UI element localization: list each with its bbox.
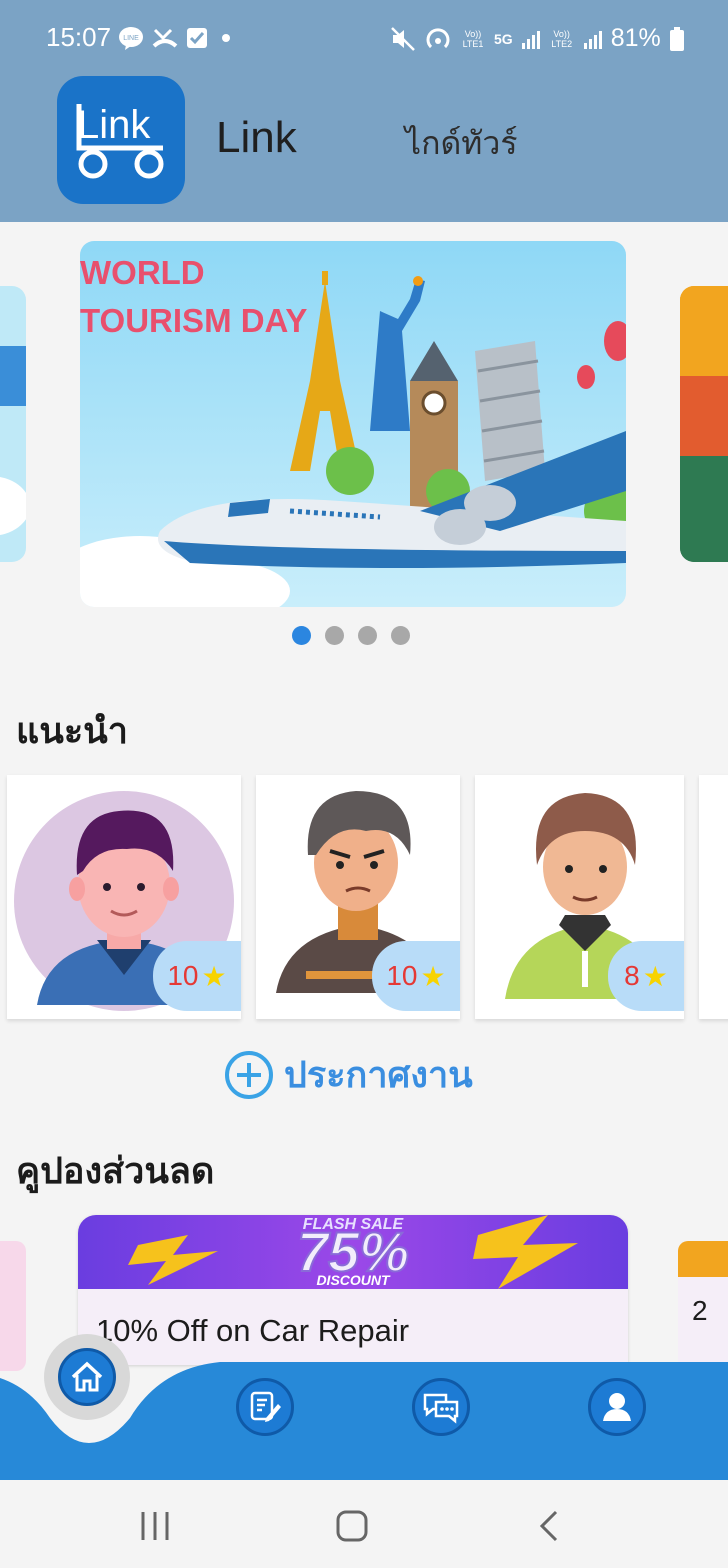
logo-text: Link: [77, 103, 151, 147]
app-header: 15:07 LINE Vo)) LTE1 5G Vo)) LTE2 81% Li…: [0, 0, 728, 222]
nav-profile-button[interactable]: [588, 1378, 646, 1436]
coupon-card-prev[interactable]: [0, 1241, 26, 1371]
coupon-next-title: 2: [692, 1295, 708, 1326]
volte-lte2-icon: Vo)) LTE2: [551, 28, 573, 49]
hotspot-icon: [426, 27, 450, 48]
plane-illustration-icon: [0, 346, 26, 536]
rating-value: 10: [167, 960, 199, 991]
notification-icons: LINE: [118, 26, 236, 50]
svg-text:LINE: LINE: [123, 35, 139, 42]
nav-tour-guide[interactable]: ไกด์ทัวร์: [405, 118, 518, 169]
signal-icon: [521, 30, 540, 49]
missed-call-icon: [152, 28, 178, 48]
5g-icon: 5G: [494, 30, 513, 47]
rating-badge: 10 ★: [153, 941, 241, 1011]
star-icon: ★: [201, 959, 227, 993]
guide-card[interactable]: [699, 775, 728, 1019]
line-icon: LINE: [119, 27, 143, 50]
system-icons: Vo)) LTE1 5G Vo)) LTE2 81%: [390, 24, 685, 53]
carousel-slide-next[interactable]: [680, 286, 728, 562]
guide-card[interactable]: 10 ★: [256, 775, 460, 1019]
status-bar: 15:07 LINE Vo)) LTE1 5G Vo)) LTE2 81%: [0, 0, 728, 76]
volte-lte1-icon: Vo)) LTE1: [462, 28, 484, 49]
rating-badge: 10 ★: [372, 941, 460, 1011]
star-icon: ★: [642, 959, 668, 993]
app-name: Link: [216, 113, 297, 162]
guide-card[interactable]: 10 ★: [7, 775, 241, 1019]
guide-card[interactable]: 8 ★: [475, 775, 684, 1019]
world-landmarks-illustration: [80, 271, 626, 607]
recommended-section-title: แนะนำ: [16, 711, 128, 752]
chat-icon: [423, 1393, 459, 1424]
recommended-guides-list[interactable]: 10 ★ 10 ★ 8 ★: [0, 775, 728, 1020]
carousel-slide-prev[interactable]: [0, 286, 26, 562]
home-icon: [71, 1361, 103, 1392]
post-job-label: ประกาศงาน: [284, 1055, 473, 1096]
battery-percent: 81%: [610, 24, 661, 52]
flash-sale-illustration: FLASH SALE 75% DISCOUNT: [128, 1215, 578, 1289]
carousel-dot[interactable]: [292, 626, 311, 645]
rating-value: 8: [624, 960, 640, 991]
nav-home-button[interactable]: [58, 1348, 116, 1406]
profile-icon: [603, 1393, 631, 1421]
signal-icon: [583, 30, 602, 49]
app-logo[interactable]: Link: [57, 76, 185, 204]
status-time: 15:07: [46, 22, 112, 52]
coupon-title: 10% Off on Car Repair: [96, 1313, 410, 1348]
coupon-banner: FLASH SALE 75% DISCOUNT: [78, 1215, 628, 1289]
home-system-icon[interactable]: [334, 1508, 370, 1544]
coupon-next-banner: [678, 1241, 728, 1277]
back-icon[interactable]: [532, 1508, 568, 1544]
rating-value: 10: [386, 960, 418, 991]
add-circle-icon: [225, 1050, 273, 1099]
nav-post-button[interactable]: [236, 1378, 294, 1436]
coupons-section-title: คูปองส่วนลด: [16, 1151, 215, 1192]
carousel-indicator: [292, 626, 410, 645]
carousel-dot[interactable]: [325, 626, 344, 645]
recent-apps-icon[interactable]: [137, 1508, 173, 1544]
dot-icon: [222, 34, 230, 42]
coupon-card[interactable]: FLASH SALE 75% DISCOUNT 10% Off on Car R…: [78, 1215, 628, 1365]
rating-badge: 8 ★: [608, 941, 684, 1011]
carousel-dot[interactable]: [391, 626, 410, 645]
system-navigation-bar: [0, 1480, 728, 1568]
star-icon: ★: [420, 959, 446, 993]
carousel-dot[interactable]: [358, 626, 377, 645]
post-icon: [250, 1391, 281, 1422]
battery-icon: [669, 26, 684, 51]
checkbox-icon: [187, 28, 207, 48]
nav-chat-button[interactable]: [412, 1378, 470, 1436]
coupon-banner-sub: DISCOUNT: [316, 1272, 391, 1288]
mute-icon: [391, 26, 415, 51]
post-job-button[interactable]: ประกาศงาน: [224, 1046, 473, 1103]
link-logo-icon: Link: [76, 103, 164, 179]
coupon-card-next[interactable]: 2: [678, 1241, 728, 1371]
banner-carousel[interactable]: WORLD TOURISM DAY: [0, 222, 728, 662]
carousel-slide-world-tourism[interactable]: WORLD TOURISM DAY: [80, 241, 626, 607]
travel-illustration-icon: [680, 286, 728, 562]
